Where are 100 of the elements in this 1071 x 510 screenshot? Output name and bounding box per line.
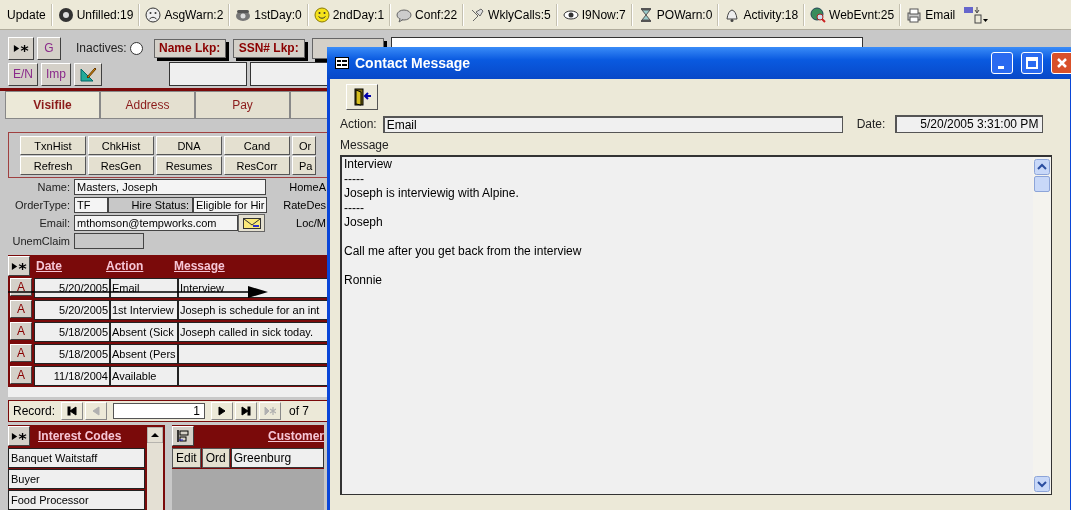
counter-button[interactable]: 2ndDay:1 (310, 4, 388, 25)
table-cell: 5/18/2005 (34, 344, 110, 364)
message-label: Message (340, 138, 390, 152)
frown-face-icon (145, 6, 162, 23)
globe-search-icon (810, 6, 827, 23)
counter-button[interactable]: WklyCalls:5 (466, 4, 554, 25)
last-record-button[interactable] (235, 402, 258, 420)
table-cell: 5/20/2005 (34, 300, 110, 320)
align-button[interactable] (172, 426, 194, 446)
smiley-icon (313, 6, 330, 23)
table-cell: Email (110, 278, 178, 298)
action-button[interactable]: Refresh (20, 156, 86, 175)
new-record-icon (264, 406, 277, 416)
unem-claim-field[interactable] (74, 233, 144, 249)
column-header[interactable]: Date (36, 259, 106, 273)
next-record-button[interactable] (211, 402, 234, 420)
action-button[interactable]: ResGen (88, 156, 154, 175)
new-record-icon (11, 431, 27, 441)
row-selector[interactable]: A (10, 344, 32, 362)
envelope-icon (242, 217, 261, 229)
column-header[interactable]: Message (174, 259, 294, 273)
lookup-field[interactable] (250, 62, 329, 86)
tab[interactable]: Address (100, 91, 195, 119)
inactives-label: Inactives: (76, 41, 127, 55)
date-field[interactable]: 5/20/2005 3:31:00 PM (895, 115, 1044, 133)
toolbar-button[interactable]: Imp (41, 62, 72, 86)
column-header[interactable]: Customer (268, 429, 324, 443)
minimize-icon (997, 65, 1004, 69)
counter-button[interactable]: Conf:22 (393, 4, 461, 25)
list-item[interactable]: Banquet Waitstaff (8, 448, 145, 468)
toolbar-button[interactable]: E/N (8, 62, 38, 86)
maximize-button[interactable] (1021, 52, 1043, 74)
table-cell: 1st Interview (110, 300, 178, 320)
action-button[interactable]: Cand (224, 136, 290, 155)
action-button[interactable]: Pa (292, 156, 316, 175)
action-button[interactable]: ResCorr (224, 156, 290, 175)
form-icon (335, 57, 349, 69)
edit-button[interactable]: Edit (172, 448, 201, 468)
action-button[interactable]: Or (292, 136, 316, 155)
action-button[interactable]: DNA (156, 136, 222, 155)
record-number-field[interactable]: 1 (113, 403, 206, 419)
speech-bubble-icon (396, 6, 413, 23)
new-record-button[interactable] (8, 426, 30, 446)
close-icon (1056, 57, 1068, 69)
email-label: Email: (38, 217, 71, 229)
scroll-up-arrow[interactable] (147, 427, 163, 443)
row-selector[interactable]: A (10, 322, 32, 340)
action-button[interactable]: Resumes (156, 156, 222, 175)
new-record-button[interactable] (8, 256, 30, 276)
counter-button[interactable]: I9Now:7 (559, 4, 629, 25)
door-exit-icon (352, 87, 372, 107)
lookup-field[interactable] (169, 62, 248, 86)
email-address-field[interactable]: mthomson@tempworks.com (74, 215, 238, 231)
first-record-button[interactable] (61, 402, 84, 420)
home-label: HomeA (289, 181, 326, 193)
counter-button[interactable]: Unfilled:19 (54, 4, 137, 25)
list-item[interactable]: Food Processor (8, 490, 145, 510)
pushpin-icon (469, 6, 486, 23)
action-button[interactable]: ChkHist (88, 136, 154, 155)
b-circle-icon (57, 6, 74, 23)
email-button[interactable]: Email (903, 4, 959, 25)
record-count: of 7 (289, 404, 310, 418)
counter-button[interactable]: Activity:18 (721, 4, 802, 25)
column-header[interactable]: Interest Codes (38, 429, 122, 443)
counter-button[interactable]: AsgWarn:2 (142, 4, 227, 25)
update-button[interactable]: Update (4, 5, 49, 24)
lookup-button[interactable]: SSN# Lkp: (232, 38, 305, 58)
table-cell: 5/20/2005 (34, 278, 110, 298)
hire-status-field[interactable]: Eligible for Hir (193, 197, 267, 213)
name-field[interactable]: Masters, Joseph (74, 179, 266, 195)
order-button[interactable]: Ord (201, 448, 230, 468)
layout-icon (963, 5, 990, 24)
g-button[interactable]: G (37, 36, 61, 60)
send-email-button[interactable] (238, 214, 265, 232)
scrollbar[interactable] (147, 427, 163, 510)
minimize-button[interactable] (991, 52, 1013, 74)
action-button[interactable]: TxnHist (20, 136, 86, 155)
row-selector[interactable]: A (10, 366, 32, 384)
counter-button[interactable]: 1stDay:0 (232, 4, 305, 25)
exit-button[interactable] (346, 84, 378, 110)
row-selector[interactable]: A (10, 300, 32, 318)
table-cell: Available (110, 366, 178, 386)
tab[interactable]: Visifile (5, 91, 100, 119)
design-tool-button[interactable] (74, 62, 103, 86)
maximize-icon (1026, 57, 1038, 69)
close-button[interactable] (1051, 52, 1071, 74)
new-record-icon (13, 43, 29, 53)
lookup-button[interactable]: Name Lkp: (153, 38, 226, 58)
counter-button[interactable]: WebEvnt:25 (807, 4, 898, 25)
tab[interactable]: Pay (195, 91, 290, 119)
order-type-field[interactable]: TF (74, 197, 108, 213)
action-field[interactable]: Email (382, 115, 843, 133)
new-record-button[interactable] (8, 36, 34, 60)
inactives-radio[interactable] (129, 41, 143, 55)
table-cell: 5/18/2005 (34, 322, 110, 342)
list-item[interactable]: Buyer (8, 469, 145, 489)
column-header[interactable]: Action (106, 259, 174, 273)
customer-field[interactable]: Greenburg (230, 448, 324, 468)
align-icon (176, 429, 190, 443)
counter-button[interactable]: POWarn:0 (634, 4, 716, 25)
